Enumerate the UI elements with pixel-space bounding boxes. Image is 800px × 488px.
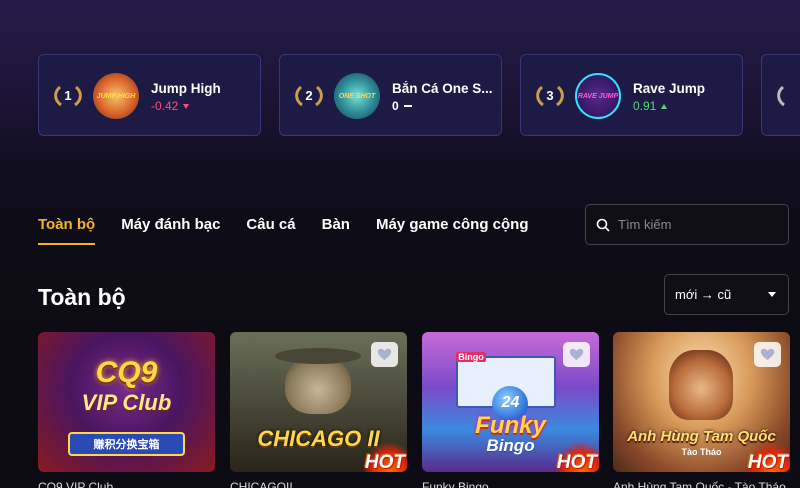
heart-icon [760, 348, 775, 360]
sort-selected-value: mới → cũ [675, 287, 732, 302]
game-card[interactable]: Anh Hùng Tam Quốc Tào Tháo HOT [613, 332, 790, 472]
favorite-button[interactable] [754, 342, 781, 367]
rank-change-value: 0 [392, 99, 399, 113]
hot-badge: HOT [556, 452, 597, 472]
tab-arcade[interactable]: Máy game công cộng [376, 216, 529, 245]
tab-all[interactable]: Toàn bộ [38, 216, 96, 245]
rank-card-3[interactable]: 3 RAVE JUMP Rave Jump 0.91 [520, 54, 743, 136]
game-logo-text: CQ9 [95, 356, 158, 389]
game-logo-text: 賺积分换宝箱 [68, 432, 185, 456]
tab-table[interactable]: Bàn [322, 216, 350, 245]
trend-flat-icon [403, 105, 412, 107]
heart-icon [377, 348, 392, 360]
tab-slots[interactable]: Máy đánh bạc [121, 216, 220, 245]
game-card[interactable]: Bingo 24 Funky Bingo HOT [422, 332, 599, 472]
rank-number: 2 [305, 88, 313, 103]
hot-badge: HOT [747, 452, 788, 472]
rank-card-2[interactable]: 2 ONE SHOT Bắn Cá One S... 0 [279, 54, 502, 136]
game-title: CQ9 VIP Club [38, 480, 114, 488]
game-title: CHICAGOII [230, 480, 293, 488]
character-art [669, 350, 733, 420]
rank-card-1[interactable]: 1 JUMP HIGH Jump High -0.42 [38, 54, 261, 136]
game-logo-text: Bingo [456, 352, 486, 362]
hot-badge: HOT [364, 452, 405, 472]
game-card[interactable]: CQ9 VIP Club 賺积分换宝箱 [38, 332, 215, 472]
favorite-button[interactable] [371, 342, 398, 367]
search-box [585, 204, 789, 245]
game-thumbnail: RAVE JUMP [575, 73, 621, 119]
tab-fishing[interactable]: Câu cá [246, 216, 295, 245]
game-thumbnail: ONE SHOT [334, 73, 380, 119]
game-logo-text: VIP Club [81, 390, 172, 415]
search-icon [596, 218, 610, 232]
rank-card-4[interactable] [761, 54, 800, 136]
rank-game-title: Jump High [151, 81, 221, 96]
game-logo-text: 24 [501, 394, 520, 411]
rank-game-title: Bắn Cá One S... [392, 81, 493, 96]
game-title: Anh Hùng Tam Quốc - Tào Tháo [613, 480, 786, 488]
rank-change-value: -0.42 [151, 99, 179, 113]
trend-up-icon [661, 103, 668, 109]
ranking-strip: 1 JUMP HIGH Jump High -0.42 2 ONE SHOT B… [38, 54, 800, 136]
heart-icon [569, 348, 584, 360]
thumb-label: RAVE JUMP [577, 92, 619, 100]
thumb-label: JUMP HIGH [96, 92, 136, 100]
game-title: Funky Bingo [422, 480, 489, 488]
category-tabs: Toàn bộ Máy đánh bạc Câu cá Bàn Máy game… [38, 216, 555, 245]
rank-game-title: Rave Jump [633, 81, 706, 96]
sort-select[interactable]: mới → cũ [664, 274, 789, 315]
rank-number: 1 [64, 88, 72, 103]
search-input[interactable] [618, 217, 778, 232]
caret-down-icon [768, 292, 776, 297]
game-thumbnail: JUMP HIGH [93, 73, 139, 119]
rank-change-value: 0.91 [633, 99, 657, 113]
rank-number: 3 [546, 88, 554, 103]
favorite-button[interactable] [563, 342, 590, 367]
section-title: Toàn bộ [38, 284, 126, 310]
game-card[interactable]: CHICAGO II HOT [230, 332, 407, 472]
trend-down-icon [183, 103, 190, 109]
hat-art [275, 348, 361, 364]
thumb-label: ONE SHOT [338, 92, 376, 100]
laurel-icon [777, 85, 785, 107]
